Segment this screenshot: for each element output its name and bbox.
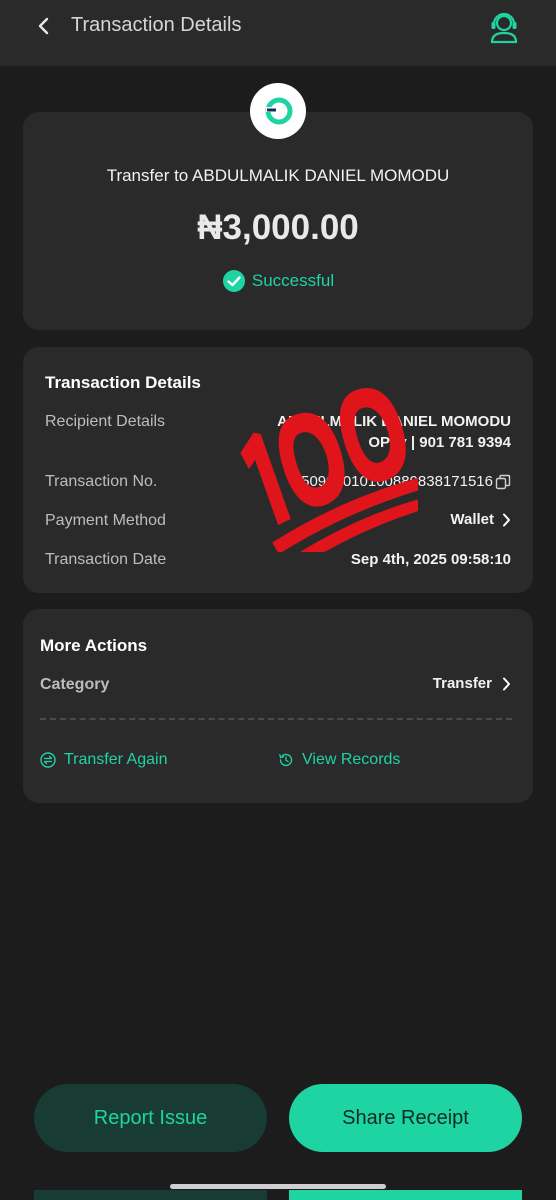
payment-method-value: Wallet bbox=[450, 511, 494, 528]
transaction-no-label: Transaction No. bbox=[45, 473, 158, 490]
more-actions-card: More Actions Category Transfer Transfer … bbox=[23, 609, 533, 803]
more-actions-title: More Actions bbox=[40, 636, 148, 655]
details-section-title: Transaction Details bbox=[45, 373, 201, 392]
recipient-account: OPay | 901 781 9394 bbox=[368, 434, 511, 451]
transaction-date-value: Sep 4th, 2025 09:58:10 bbox=[350, 551, 511, 568]
transaction-details-screen: Transaction Details Transfer to ABDULMAL… bbox=[0, 0, 556, 1200]
transfer-again-label: Transfer Again bbox=[64, 751, 168, 768]
transaction-no-value: 250904010100889838171516 bbox=[292, 473, 493, 490]
back-button[interactable] bbox=[30, 12, 58, 40]
share-receipt-button-shadow bbox=[289, 1190, 522, 1200]
opay-logo bbox=[250, 83, 306, 139]
page-title: Transaction Details bbox=[71, 14, 242, 36]
category-value: Transfer bbox=[432, 675, 492, 692]
chevron-right-icon bbox=[503, 513, 510, 526]
top-bar: Transaction Details bbox=[0, 0, 556, 66]
payment-method-label: Payment Method bbox=[45, 512, 166, 529]
transaction-amount: ₦3,000.00 bbox=[197, 208, 359, 247]
category-row[interactable]: Transfer bbox=[433, 675, 511, 692]
report-issue-button[interactable]: Report Issue bbox=[34, 1084, 267, 1152]
recipient-name: ABDULMALIK DANIEL MOMODU bbox=[277, 413, 511, 430]
view-records-button[interactable]: View Records bbox=[278, 751, 400, 769]
transfer-again-button[interactable]: Transfer Again bbox=[40, 751, 167, 769]
share-receipt-button[interactable]: Share Receipt bbox=[289, 1084, 522, 1152]
transaction-date-label: Transaction Date bbox=[45, 551, 167, 568]
home-indicator[interactable] bbox=[170, 1184, 386, 1189]
divider bbox=[40, 718, 512, 720]
check-circle-icon bbox=[222, 270, 245, 292]
summary-card: Transfer to ABDULMALIK DANIEL MOMODU ₦3,… bbox=[23, 112, 533, 330]
transaction-no-row: 250904010100889838171516 bbox=[293, 473, 511, 490]
status-indicator: Successful bbox=[23, 269, 533, 293]
copy-icon[interactable] bbox=[495, 474, 511, 490]
customer-support-icon bbox=[490, 12, 518, 44]
recipient-details-label: Recipient Details bbox=[45, 413, 166, 430]
history-icon bbox=[279, 753, 293, 767]
customer-support-button[interactable] bbox=[488, 10, 520, 44]
chevron-right-icon bbox=[503, 677, 510, 690]
transfer-icon bbox=[40, 752, 56, 768]
report-issue-button-shadow bbox=[34, 1190, 267, 1200]
opay-logo-icon bbox=[265, 97, 293, 125]
status-text: Successful bbox=[251, 271, 335, 290]
transaction-details-card: Transaction Details Recipient Details AB… bbox=[23, 347, 533, 593]
category-label: Category bbox=[40, 676, 110, 693]
chevron-left-icon bbox=[38, 17, 49, 35]
payment-method-row[interactable]: Wallet bbox=[450, 511, 511, 528]
view-records-label: View Records bbox=[302, 751, 401, 768]
transfer-recipient-title: Transfer to ABDULMALIK DANIEL MOMODU bbox=[106, 166, 450, 185]
